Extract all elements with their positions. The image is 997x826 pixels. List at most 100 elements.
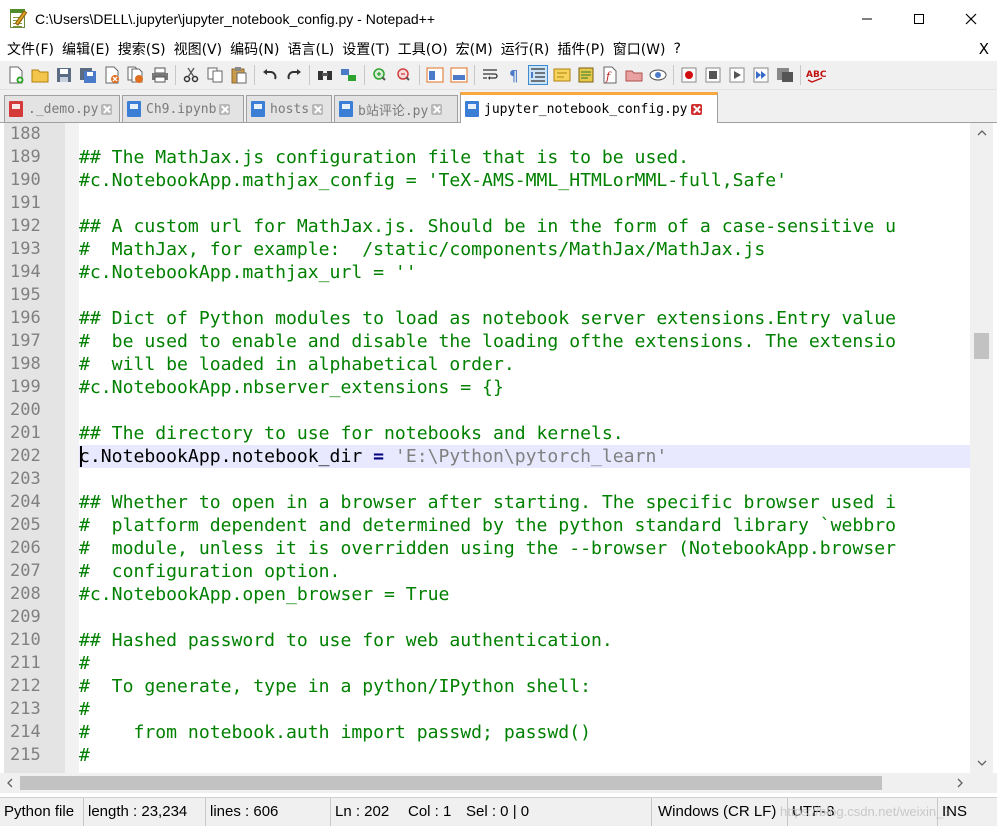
stop-macro-icon[interactable] bbox=[703, 65, 723, 85]
indent-guide-icon[interactable] bbox=[528, 65, 548, 85]
code-line[interactable]: # To generate, type in a python/IPython … bbox=[79, 675, 591, 698]
tab-jupyter-notebook-config-py[interactable]: jupyter_notebook_config.py bbox=[460, 92, 718, 123]
play-macro-icon[interactable] bbox=[727, 65, 747, 85]
menu-language[interactable]: 语言(L) bbox=[285, 39, 338, 59]
sync-horizontal-icon[interactable] bbox=[449, 65, 469, 85]
code-line[interactable]: ## Hashed password to use for web authen… bbox=[79, 629, 613, 652]
vertical-scrollbar[interactable] bbox=[970, 123, 993, 773]
code-line[interactable]: ## A custom url for MathJax.js. Should b… bbox=[79, 215, 896, 238]
status-insert-mode[interactable]: INS bbox=[938, 798, 997, 826]
code-line[interactable]: # bbox=[79, 744, 90, 767]
folder-workspace-icon[interactable] bbox=[624, 65, 644, 85]
udl-icon[interactable] bbox=[552, 65, 572, 85]
status-line-number: Ln : 202 bbox=[330, 798, 404, 826]
code-line[interactable]: #c.NotebookApp.open_browser = True bbox=[79, 583, 449, 606]
scroll-right-arrow-icon[interactable] bbox=[950, 773, 970, 793]
replace-icon[interactable] bbox=[339, 65, 359, 85]
maximize-button[interactable] bbox=[893, 0, 945, 37]
word-wrap-icon[interactable] bbox=[480, 65, 500, 85]
menu-encoding[interactable]: 编码(N) bbox=[227, 39, 282, 59]
close-window-button[interactable] bbox=[945, 0, 997, 37]
spell-check-icon[interactable]: ABC bbox=[806, 65, 826, 85]
code-line[interactable]: #c.NotebookApp.nbserver_extensions = {} bbox=[79, 376, 504, 399]
code-text-area[interactable]: ## The MathJax.js configuration file tha… bbox=[79, 123, 970, 773]
code-line[interactable]: # MathJax, for example: /static/componen… bbox=[79, 238, 765, 261]
tab-close-icon[interactable] bbox=[219, 103, 231, 115]
code-line[interactable]: # will be loaded in alphabetical order. bbox=[79, 353, 515, 376]
code-line[interactable]: # module, unless it is overridden using … bbox=[79, 537, 896, 560]
watermark-text: https://blog.csdn.net/weixin_3 bbox=[780, 804, 951, 819]
menu-help[interactable]: ? bbox=[671, 41, 684, 57]
vertical-scroll-thumb[interactable] bbox=[974, 333, 989, 359]
svg-text:¶: ¶ bbox=[509, 67, 519, 83]
code-line[interactable]: # bbox=[79, 652, 90, 675]
zoom-in-icon[interactable] bbox=[370, 65, 390, 85]
new-file-icon[interactable] bbox=[6, 65, 26, 85]
scroll-down-arrow-icon[interactable] bbox=[970, 753, 993, 773]
function-list-icon[interactable]: f bbox=[600, 65, 620, 85]
menu-plugins[interactable]: 插件(P) bbox=[554, 39, 607, 59]
menu-settings[interactable]: 设置(T) bbox=[339, 39, 392, 59]
code-line[interactable]: # configuration option. bbox=[79, 560, 340, 583]
tab-ch9-ipynb[interactable]: Ch9.ipynb bbox=[122, 95, 244, 122]
code-line[interactable]: #c.NotebookApp.mathjax_config = 'TeX-AMS… bbox=[79, 169, 787, 192]
record-macro-icon[interactable] bbox=[679, 65, 699, 85]
svg-text:ABC: ABC bbox=[806, 70, 826, 80]
code-line[interactable]: ## Whether to open in a browser after st… bbox=[79, 491, 896, 514]
code-line[interactable]: # bbox=[79, 698, 90, 721]
tab-close-icon[interactable] bbox=[312, 103, 324, 115]
code-line[interactable]: #c.NotebookApp.mathjax_url = '' bbox=[79, 261, 417, 284]
scroll-left-arrow-icon[interactable] bbox=[0, 773, 20, 793]
horizontal-scrollbar[interactable] bbox=[0, 773, 970, 793]
text-caret bbox=[80, 446, 82, 467]
print-icon[interactable] bbox=[150, 65, 170, 85]
code-line[interactable]: ## Dict of Python modules to load as not… bbox=[79, 307, 896, 330]
tab-close-icon[interactable] bbox=[690, 103, 702, 115]
status-eol[interactable]: Windows (CR LF) bbox=[654, 798, 788, 826]
menu-run[interactable]: 运行(R) bbox=[498, 39, 553, 59]
cut-icon[interactable] bbox=[181, 65, 201, 85]
code-line[interactable]: # from notebook.auth import passwd; pass… bbox=[79, 721, 591, 744]
menu-macro[interactable]: 宏(M) bbox=[453, 39, 496, 59]
tab-bilibili-comments-py[interactable]: b站评论.py bbox=[334, 95, 458, 122]
doc-map-icon[interactable] bbox=[576, 65, 596, 85]
sync-vertical-icon[interactable] bbox=[425, 65, 445, 85]
save-icon[interactable] bbox=[54, 65, 74, 85]
code-line[interactable]: # be used to enable and disable the load… bbox=[79, 330, 896, 353]
menu-edit[interactable]: 编辑(E) bbox=[59, 39, 113, 59]
zoom-out-icon[interactable] bbox=[394, 65, 414, 85]
code-editor[interactable]: 188 189 190 191 192 193 194 195 196 197 198 199 200 2… bbox=[0, 123, 997, 773]
tab-demo-py[interactable]: ._demo.py bbox=[4, 95, 120, 122]
code-line[interactable]: ## The MathJax.js configuration file tha… bbox=[79, 146, 689, 169]
run-macro-multiple-icon[interactable] bbox=[751, 65, 771, 85]
horizontal-scroll-thumb[interactable] bbox=[20, 776, 882, 790]
monitoring-eye-icon[interactable] bbox=[648, 65, 668, 85]
close-document-button[interactable]: X bbox=[979, 40, 989, 58]
close-all-icon[interactable] bbox=[126, 65, 146, 85]
menu-tools[interactable]: 工具(O) bbox=[395, 39, 451, 59]
open-file-icon[interactable] bbox=[30, 65, 50, 85]
tab-hosts[interactable]: hosts bbox=[246, 95, 332, 122]
paste-icon[interactable] bbox=[229, 65, 249, 85]
save-macro-icon[interactable] bbox=[775, 65, 795, 85]
save-all-icon[interactable] bbox=[78, 65, 98, 85]
menu-window[interactable]: 窗口(W) bbox=[610, 39, 669, 59]
minimize-button[interactable] bbox=[841, 0, 893, 37]
menu-search[interactable]: 搜索(S) bbox=[115, 39, 169, 59]
scroll-up-arrow-icon[interactable] bbox=[970, 123, 993, 143]
tab-close-icon[interactable] bbox=[431, 103, 443, 115]
menu-view[interactable]: 视图(V) bbox=[171, 39, 226, 59]
code-line[interactable]: ## The directory to use for notebooks an… bbox=[79, 422, 624, 445]
tab-close-icon[interactable] bbox=[101, 103, 113, 115]
line-number: 188 bbox=[10, 124, 41, 144]
code-line[interactable]: c.NotebookApp.notebook_dir = 'E:\Python\… bbox=[79, 445, 667, 468]
menu-file[interactable]: 文件(F) bbox=[4, 39, 57, 59]
code-line[interactable]: # platform dependent and determined by t… bbox=[79, 514, 896, 537]
close-file-icon[interactable] bbox=[102, 65, 122, 85]
undo-icon[interactable] bbox=[260, 65, 280, 85]
copy-icon[interactable] bbox=[205, 65, 225, 85]
notepadpp-app-icon[interactable] bbox=[9, 8, 29, 29]
find-icon[interactable] bbox=[315, 65, 335, 85]
redo-icon[interactable] bbox=[284, 65, 304, 85]
show-all-chars-icon[interactable]: ¶ bbox=[504, 65, 524, 85]
